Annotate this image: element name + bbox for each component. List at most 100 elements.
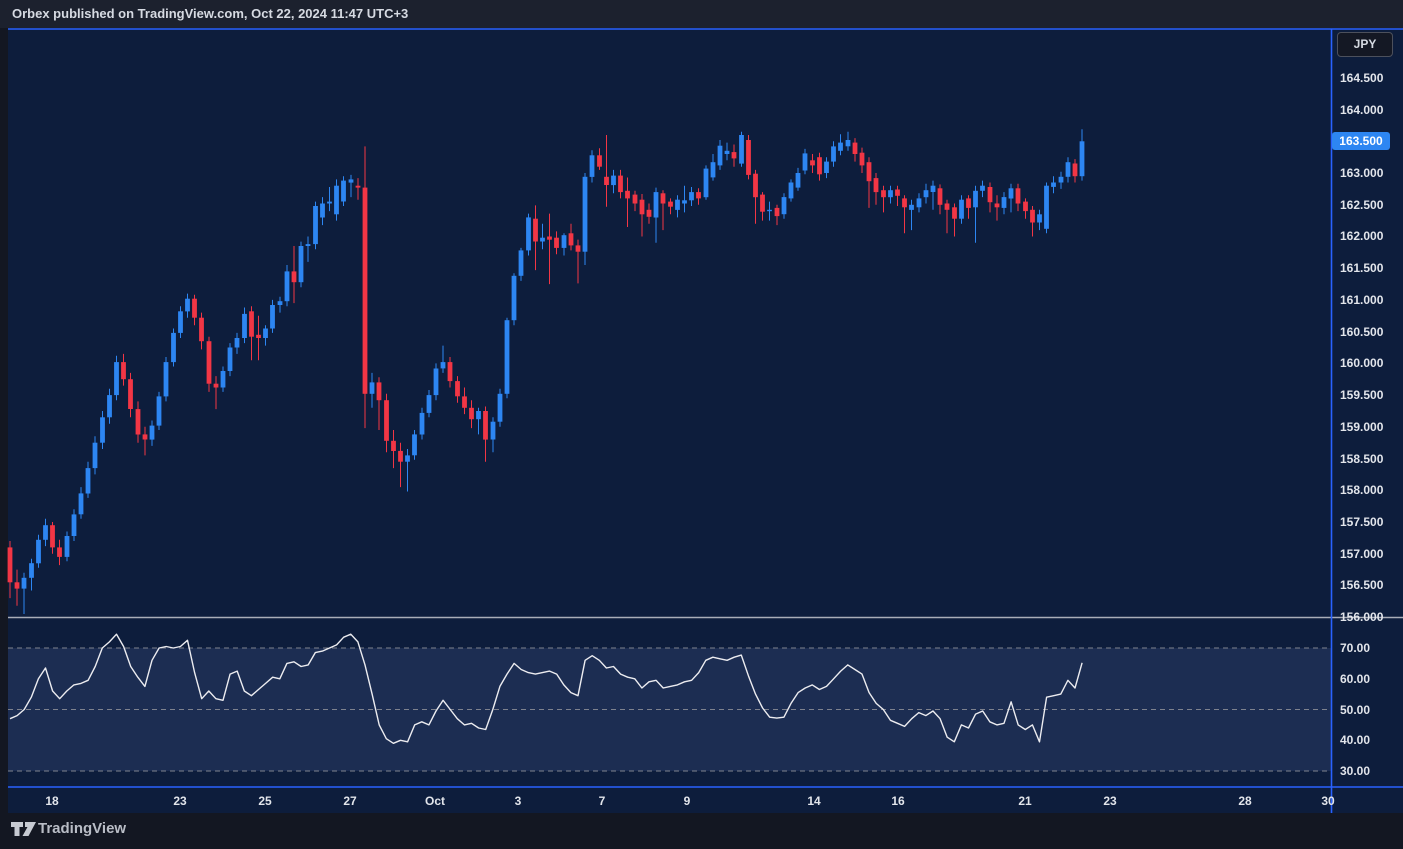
candle-body	[838, 143, 843, 151]
candle-body	[746, 140, 751, 175]
candle-body	[625, 191, 630, 199]
candle-body	[398, 451, 403, 462]
candle-body	[43, 525, 48, 540]
candle-body	[36, 540, 41, 564]
candle-body	[150, 426, 155, 440]
candle-body	[888, 190, 893, 197]
current-price-label: 163.500	[1332, 132, 1390, 150]
candle-body	[654, 192, 659, 217]
candle-body	[50, 525, 55, 547]
footer-bar: TradingView	[0, 813, 1403, 849]
candle-body	[412, 434, 417, 455]
candle-body	[988, 187, 993, 202]
price-tick-label: 156.000	[1340, 609, 1400, 625]
candle-body	[533, 219, 538, 242]
candle-body	[164, 362, 169, 396]
candle-body	[483, 411, 488, 440]
candle-body	[647, 210, 652, 217]
candle-body	[682, 200, 687, 203]
candle-body	[441, 362, 446, 368]
candle-body	[604, 177, 609, 185]
rsi-tick-label: 30.00	[1340, 763, 1400, 779]
candle-body	[221, 371, 226, 388]
candle-body	[93, 443, 98, 468]
candle-body	[448, 362, 453, 381]
time-tick-label: 27	[343, 791, 356, 811]
candle-body	[136, 409, 141, 434]
chart-canvas[interactable]	[0, 0, 1403, 849]
candle-body	[931, 186, 936, 192]
candle-body	[1030, 210, 1035, 223]
candle-body	[952, 207, 957, 218]
time-tick-label: 23	[173, 791, 186, 811]
candle-body	[895, 190, 900, 196]
candle-body	[562, 235, 567, 248]
candle-body	[618, 176, 623, 193]
candle-body	[512, 276, 517, 320]
candle-body	[391, 441, 396, 451]
tradingview-published-chart: Orbex published on TradingView.com, Oct …	[0, 0, 1403, 849]
candle-body	[796, 173, 801, 188]
price-tick-label: 160.500	[1340, 324, 1400, 340]
price-tick-label: 162.000	[1340, 228, 1400, 244]
tradingview-logo-icon[interactable]	[11, 821, 37, 841]
price-tick-label: 159.000	[1340, 419, 1400, 435]
candle-body	[207, 341, 212, 384]
candle-body	[65, 536, 70, 557]
price-tick-label: 162.500	[1340, 197, 1400, 213]
candle-body	[824, 162, 829, 173]
candle-body	[611, 176, 616, 186]
candle-body	[739, 135, 744, 164]
candle-body	[79, 493, 84, 514]
candle-body	[1037, 214, 1042, 222]
candle-body	[782, 197, 787, 214]
time-tick-label: 3	[515, 791, 522, 811]
candle-body	[178, 311, 183, 333]
candle-body	[370, 382, 375, 393]
candle-body	[278, 301, 283, 305]
candle-body	[1080, 141, 1085, 176]
candle-body	[668, 202, 673, 207]
candle-body	[569, 233, 574, 245]
candle-body	[128, 379, 133, 409]
candle-body	[590, 155, 595, 177]
time-tick-label: 21	[1018, 791, 1031, 811]
rsi-tick-label: 60.00	[1340, 671, 1400, 687]
candle-body	[377, 382, 382, 400]
candle-body	[881, 190, 886, 197]
candle-body	[803, 153, 808, 170]
candle-body	[846, 140, 851, 146]
candle-body	[817, 157, 822, 174]
candle-body	[917, 198, 922, 207]
candle-body	[491, 422, 496, 440]
tradingview-wordmark[interactable]: TradingView	[38, 820, 126, 837]
price-tick-label: 156.500	[1340, 577, 1400, 593]
candle-body	[299, 246, 304, 282]
candle-body	[15, 582, 20, 588]
candle-body	[675, 200, 680, 210]
candle-body	[597, 155, 602, 166]
candle-body	[185, 299, 190, 312]
candle-body	[732, 152, 737, 158]
price-tick-label: 157.500	[1340, 514, 1400, 530]
candle-body	[313, 206, 318, 244]
candle-body	[242, 314, 247, 338]
candle-body	[292, 271, 297, 282]
candle-body	[760, 195, 765, 212]
candle-body	[270, 305, 275, 329]
candle-body	[831, 146, 836, 161]
candle-body	[306, 244, 311, 246]
candle-body	[853, 143, 858, 154]
candle-body	[86, 468, 91, 493]
candle-body	[867, 162, 872, 181]
candle-body	[1059, 177, 1064, 183]
candle-body	[554, 238, 559, 248]
time-tick-label: 7	[599, 791, 606, 811]
currency-toggle-button[interactable]: JPY	[1337, 32, 1393, 57]
price-tick-label: 157.000	[1340, 546, 1400, 562]
candle-body	[427, 395, 432, 413]
candle-body	[455, 381, 460, 396]
candle-body	[100, 417, 105, 442]
candle-body	[341, 181, 346, 202]
candle-body	[1023, 202, 1028, 212]
